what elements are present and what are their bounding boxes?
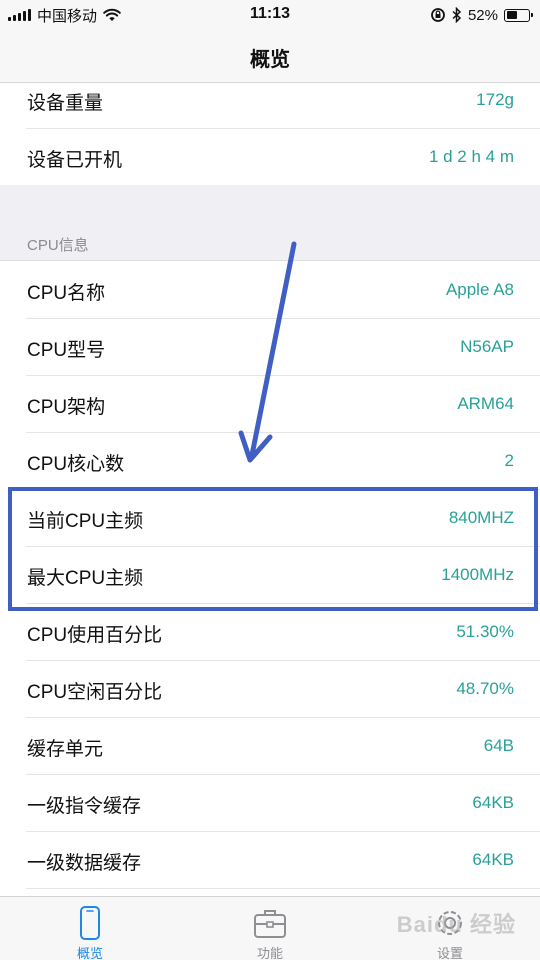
row-label: CPU空闲百分比: [27, 682, 163, 703]
list-row-cpu-arch[interactable]: CPU架构 ARM64: [0, 376, 540, 433]
status-bar: 中国移动 11:13 52%: [0, 0, 540, 30]
list-row-cpu-usage[interactable]: CPU使用百分比 51.30%: [0, 604, 540, 661]
tab-features[interactable]: 功能: [180, 897, 360, 960]
watermark: Baidu 经验: [396, 912, 516, 937]
list-row-cpu-idle[interactable]: CPU空闲百分比 48.70%: [0, 661, 540, 718]
row-value: ARM64: [457, 394, 514, 413]
row-label: CPU核心数: [27, 454, 125, 475]
battery-level: [506, 11, 518, 19]
list-row-cpu-model[interactable]: CPU型号 N56AP: [0, 319, 540, 376]
row-value: N56AP: [460, 337, 514, 356]
row-value: 51.30%: [456, 622, 514, 641]
status-bar-right: 52%: [430, 6, 533, 24]
row-value: 64KB: [472, 793, 514, 812]
row-label: CPU型号: [27, 340, 106, 361]
row-value: 48.70%: [456, 679, 514, 698]
row-value: 1 d 2 h 4 m: [428, 147, 514, 166]
row-value: 64KB: [472, 850, 514, 869]
list-row-uptime[interactable]: 设备已开机 1 d 2 h 4 m: [0, 129, 540, 186]
list-row-cpu-cores[interactable]: CPU核心数 2: [0, 433, 540, 490]
row-label: CPU架构: [27, 397, 106, 418]
tab-overview[interactable]: 概览: [0, 897, 180, 960]
bluetooth-icon: [452, 7, 462, 23]
battery-percent: 52%: [467, 6, 498, 24]
list-row-device-weight[interactable]: 设备重量 172g: [0, 84, 540, 129]
list-row-l1-data-cache[interactable]: 一级数据缓存 64KB: [0, 832, 540, 889]
row-label: CPU名称: [27, 283, 106, 304]
list-row-cpu-name[interactable]: CPU名称 Apple A8: [0, 262, 540, 319]
tab-label: 功能: [256, 946, 283, 960]
tab-label: 概览: [76, 946, 103, 960]
row-label: 一级数据缓存: [27, 853, 142, 874]
row-value: 172g: [476, 90, 514, 109]
row-label: 设备已开机: [27, 150, 123, 171]
navigation-bar: 概览: [0, 30, 540, 83]
row-value: 2: [504, 451, 514, 470]
tab-bar: 概览 功能 设置 Baidu 经验: [0, 896, 540, 960]
row-value: 64B: [483, 736, 514, 755]
list-row-l1-instruction-cache[interactable]: 一级指令缓存 64KB: [0, 775, 540, 832]
list-row-cache-line[interactable]: 缓存单元 64B: [0, 718, 540, 775]
page-title: 概览: [250, 49, 290, 71]
row-label: CPU使用百分比: [27, 625, 163, 646]
section-title: CPU信息: [27, 237, 89, 254]
toolbox-icon: [254, 910, 286, 938]
annotation-highlight-box: [8, 487, 538, 611]
battery-icon: [504, 8, 533, 22]
tab-label: 设置: [436, 946, 463, 960]
row-label: 缓存单元: [27, 739, 104, 760]
row-value: Apple A8: [445, 280, 514, 299]
rotation-lock-icon: [431, 8, 445, 22]
phone-icon: [80, 906, 100, 940]
row-label: 一级指令缓存: [27, 796, 142, 817]
row-label: 设备重量: [27, 93, 104, 114]
cpu-section-header: CPU信息: [0, 185, 540, 261]
